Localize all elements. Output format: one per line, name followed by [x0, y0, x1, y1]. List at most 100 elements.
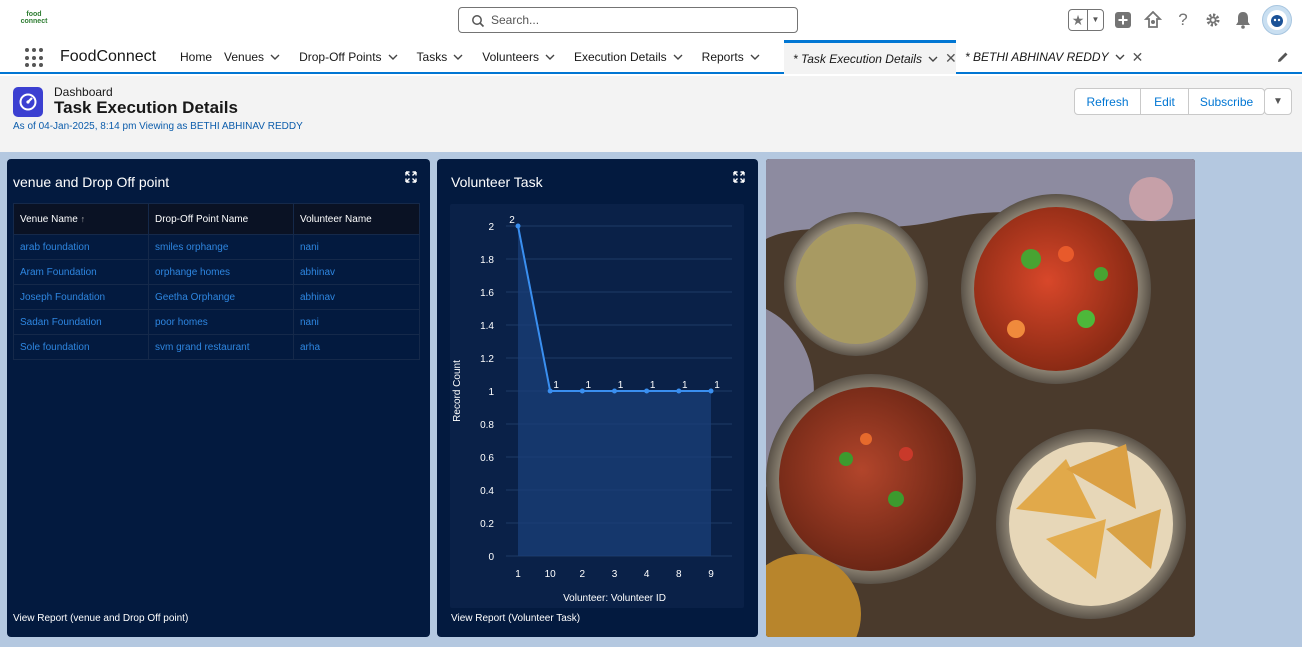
y-tick-label: 0.4	[480, 486, 494, 497]
tab-bethi-abhinav-reddy[interactable]: * BETHI ABHINAV REDDY ✕	[965, 40, 1143, 74]
drop-off-point-cell[interactable]: smiles orphange	[148, 234, 294, 260]
tab-task-execution-details[interactable]: * Task Execution Details ✕	[784, 40, 957, 74]
venue-name-cell[interactable]: arab foundation	[13, 234, 149, 260]
x-tick-label: 9	[708, 569, 714, 580]
food-photo-illustration	[766, 159, 1195, 637]
y-tick-label: 2	[488, 222, 494, 233]
edit-nav-pencil-icon[interactable]	[1276, 50, 1290, 64]
venue-name-cell[interactable]: Sadan Foundation	[13, 309, 149, 335]
table-row: Sole foundation svm grand restaurant arha	[13, 334, 420, 360]
x-tick-label: 8	[676, 569, 682, 580]
nav-item-home[interactable]: Home	[180, 40, 212, 74]
nav-item-venues[interactable]: Venues	[224, 40, 280, 74]
page-title: Task Execution Details	[54, 98, 238, 117]
table-row: Aram Foundation orphange homes abhinav	[13, 259, 420, 285]
drop-off-point-cell[interactable]: Geetha Orphange	[148, 284, 294, 310]
y-tick-label: 1.4	[480, 321, 494, 332]
column-header-venue-name[interactable]: Venue Name ↑	[13, 203, 149, 235]
chevron-down-icon[interactable]	[388, 54, 398, 60]
venue-name-cell[interactable]: Aram Foundation	[13, 259, 149, 285]
app-launcher-icon[interactable]	[25, 48, 45, 68]
view-report-link[interactable]: View Report (venue and Drop Off point)	[13, 613, 188, 624]
app-name: FoodConnect	[60, 48, 157, 65]
tab-label: * BETHI ABHINAV REDDY	[965, 50, 1109, 64]
help-icon[interactable]: ?	[1172, 9, 1194, 31]
data-label: 2	[509, 215, 515, 226]
volunteer-name-cell[interactable]: nani	[293, 309, 420, 335]
chevron-down-icon[interactable]	[750, 54, 760, 60]
widget-title: venue and Drop Off point	[13, 174, 170, 190]
subscribe-button[interactable]: Subscribe	[1189, 88, 1265, 115]
nav-item-drop-off-points[interactable]: Drop-Off Points	[299, 40, 398, 74]
star-icon[interactable]: ★	[1069, 12, 1087, 29]
volunteer-task-chart: 0 0.2 0.4 0.6 0.8 1 1.2 1.4 1.6 1.8 2 2 1 1 1 1 1 1 1 10 2 3 4…	[450, 204, 744, 608]
x-axis-label: Volunteer: Volunteer ID	[563, 593, 666, 604]
volunteer-name-cell[interactable]: abhinav	[293, 259, 420, 285]
nav-item-tasks[interactable]: Tasks	[417, 40, 464, 74]
venue-table: Venue Name ↑ Drop-Off Point Name Volunte…	[13, 203, 420, 360]
column-header-volunteer-name[interactable]: Volunteer Name	[293, 203, 420, 235]
close-icon[interactable]: ✕	[945, 50, 957, 67]
venue-table-widget: venue and Drop Off point Venue Name ↑ Dr…	[7, 159, 430, 637]
drop-off-point-cell[interactable]: poor homes	[148, 309, 294, 335]
expand-icon[interactable]	[733, 171, 745, 183]
nav-item-execution-details[interactable]: Execution Details	[574, 40, 683, 74]
search-input[interactable]	[491, 11, 781, 29]
astro-avatar-icon	[1267, 10, 1287, 30]
volunteer-name-cell[interactable]: arha	[293, 334, 420, 360]
y-tick-label: 0.2	[480, 519, 494, 530]
global-actions-icon[interactable]	[1112, 9, 1134, 31]
nav-item-volunteers[interactable]: Volunteers	[482, 40, 555, 74]
drop-off-point-cell[interactable]: orphange homes	[148, 259, 294, 285]
volunteer-name-cell[interactable]: abhinav	[293, 284, 420, 310]
dashboard-canvas: venue and Drop Off point Venue Name ↑ Dr…	[0, 152, 1302, 647]
favorites-button[interactable]: ★ ▼	[1068, 9, 1104, 31]
chevron-down-icon[interactable]	[1115, 54, 1125, 60]
x-tick-label: 2	[580, 569, 586, 580]
volunteer-task-chart-widget: Volunteer Task 0 0.2 0.4 0.6 0.8 1 1.2 1.4 1.6 1.…	[437, 159, 758, 637]
bell-icon[interactable]	[1232, 9, 1254, 31]
more-actions-dropdown-icon[interactable]: ▼	[1264, 88, 1292, 115]
user-avatar[interactable]	[1262, 5, 1292, 35]
app-logo[interactable]: food connect	[16, 11, 52, 25]
table-row: arab foundation smiles orphange nani	[13, 234, 420, 260]
column-header-drop-off-point[interactable]: Drop-Off Point Name	[148, 203, 294, 235]
data-point	[708, 388, 714, 394]
table-header-row: Venue Name ↑ Drop-Off Point Name Volunte…	[13, 203, 420, 235]
dashboard-meta: As of 04-Jan-2025, 8:14 pm Viewing as BE…	[13, 121, 303, 132]
refresh-button[interactable]: Refresh	[1074, 88, 1141, 115]
data-point	[579, 388, 585, 394]
gear-icon[interactable]	[1202, 9, 1224, 31]
navigation-bar: FoodConnect Home Venues Drop-Off Points Tas…	[0, 40, 1302, 74]
global-search[interactable]	[458, 7, 798, 33]
data-point	[644, 388, 650, 394]
chevron-down-icon[interactable]	[545, 54, 555, 60]
view-report-link[interactable]: View Report (Volunteer Task)	[451, 613, 580, 624]
global-header: food connect ★ ▼ ?	[0, 0, 1302, 40]
gauge-icon	[19, 93, 37, 111]
data-point	[547, 388, 553, 394]
logo-text-bottom: connect	[20, 18, 48, 25]
drop-off-point-cell[interactable]: svm grand restaurant	[148, 334, 294, 360]
edit-button[interactable]: Edit	[1141, 88, 1189, 115]
chevron-down-icon[interactable]	[270, 54, 280, 60]
chevron-down-icon[interactable]	[673, 54, 683, 60]
venue-name-cell[interactable]: Sole foundation	[13, 334, 149, 360]
trailhead-icon[interactable]	[1142, 9, 1164, 31]
data-point	[676, 388, 682, 394]
dashboard-type-label: Dashboard	[54, 85, 113, 99]
widget-title: Volunteer Task	[451, 174, 543, 190]
data-label: 1	[553, 380, 559, 391]
chevron-down-icon[interactable]	[928, 56, 938, 62]
nav-item-label: Drop-Off Points	[299, 50, 382, 64]
close-icon[interactable]: ✕	[1132, 49, 1144, 66]
chevron-down-icon[interactable]	[453, 54, 463, 60]
y-tick-label: 0.6	[480, 453, 494, 464]
nav-item-label: Volunteers	[482, 50, 539, 64]
volunteer-name-cell[interactable]: nani	[293, 234, 420, 260]
venue-name-cell[interactable]: Joseph Foundation	[13, 284, 149, 310]
expand-icon[interactable]	[405, 171, 417, 183]
settings-gear-icon	[1206, 13, 1220, 27]
favorites-dropdown-icon[interactable]: ▼	[1087, 10, 1103, 30]
nav-item-reports[interactable]: Reports	[702, 40, 760, 74]
